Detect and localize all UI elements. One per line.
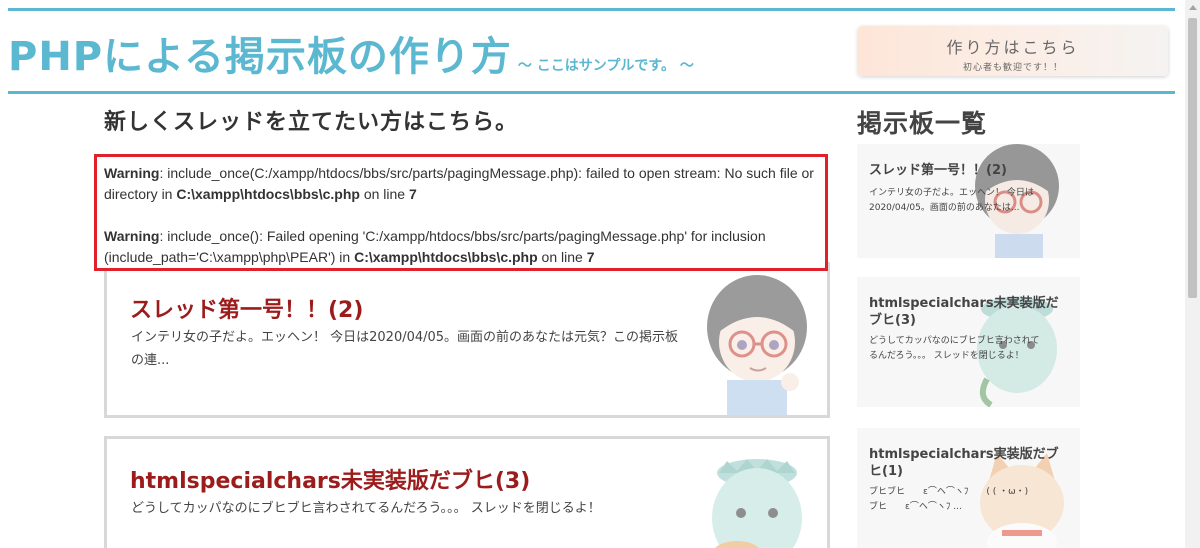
sidebar-title: 掲示板一覧	[857, 109, 988, 138]
new-thread-heading: 新しくスレッドを立てたい方はこちら。	[104, 104, 518, 136]
php-warning-box: Warning: include_once(C:/xampp/htdocs/bb…	[94, 154, 828, 271]
sidebar-thread-title[interactable]: htmlspecialchars未実装版だブヒ(3)	[869, 295, 1069, 329]
warning-label: Warning	[104, 228, 160, 244]
header-top-rule	[8, 8, 1175, 11]
sidebar-thread-title[interactable]: スレッド第一号！！(2)	[869, 162, 1069, 179]
scroll-up-arrow-icon[interactable]	[1189, 5, 1197, 10]
howto-button-label: 作り方はこちら	[946, 38, 1080, 57]
sidebar-thread-card[interactable]: スレッド第一号！！(2) インテリ女の子だよ。エッヘン！ 今日は2020/04/…	[857, 144, 1080, 258]
warning-on-line: on line	[537, 249, 587, 265]
warning-line: 7	[408, 186, 417, 202]
thread-title[interactable]: htmlspecialchars未実装版だブヒ(3)	[130, 463, 530, 495]
thread-card[interactable]: スレッド第一号！！(2) インテリ女の子だよ。エッヘン！ 今日は2020/04/…	[104, 262, 830, 418]
warning-file: C:\xampp\htdocs\bbs\c.php	[176, 186, 360, 202]
page-scrollbar[interactable]	[1185, 0, 1200, 548]
howto-button-sublabel: 初心者も歓迎です！！	[962, 63, 1063, 73]
warning-file: C:\xampp\htdocs\bbs\c.php	[354, 249, 538, 265]
site-title[interactable]: PHPによる掲示板の作り方 ～ ここはサンプルです。 ～	[8, 24, 694, 82]
thread-excerpt: どうしてカッパなのにブヒブヒ言わされてるんだろう。。。 スレッドを閉じるよ！	[131, 501, 601, 516]
header-bottom-rule	[8, 91, 1175, 94]
kappa-avatar	[712, 459, 802, 548]
thread-card[interactable]: htmlspecialchars未実装版だブヒ(3) どうしてカッパなのにブヒブ…	[104, 436, 830, 548]
sidebar-thread-excerpt: ブヒブヒ ε⌒ヘ⌒ヽﾌ ( ( ・ω・) ブヒ ε⌒ヘ⌒ヽﾌ ...	[869, 487, 1038, 512]
sidebar-thread-card[interactable]: htmlspecialchars実装版だブヒ(1) ブヒブヒ ε⌒ヘ⌒ヽﾌ ( …	[857, 428, 1080, 548]
thread-title[interactable]: スレッド第一号！！(2)	[130, 292, 363, 324]
warning-line: 7	[586, 249, 595, 265]
site-subtitle: ～ ここはサンプルです。 ～	[517, 58, 694, 74]
sidebar-thread-title[interactable]: htmlspecialchars実装版だブヒ(1)	[869, 446, 1069, 480]
sidebar-thread-card[interactable]: htmlspecialchars未実装版だブヒ(3) どうしてカッパなのにブヒブ…	[857, 277, 1080, 407]
site-title-text[interactable]: PHPによる掲示板の作り方	[8, 24, 512, 82]
thread-excerpt: インテリ女の子だよ。エッヘン！ 今日は2020/04/05。画面の前のあなたは元…	[131, 330, 679, 368]
warning-on-line: on line	[359, 186, 409, 202]
php-warning-1: Warning: include_once(C:/xampp/htdocs/bb…	[104, 163, 818, 205]
new-thread-link[interactable]: こちら。	[426, 110, 518, 135]
sidebar-thread-excerpt: インテリ女の子だよ。エッヘン！ 今日は2020/04/05。画面の前のあなたは.…	[869, 188, 1034, 213]
warning-label: Warning	[104, 165, 160, 181]
php-warning-2: Warning: include_once(): Failed opening …	[104, 226, 818, 268]
new-thread-heading-text: 新しくスレッドを立てたい方は	[104, 110, 427, 135]
sidebar-thread-excerpt: どうしてカッパなのにブヒブヒ言わされてるんだろう。。。 スレッドを閉じるよ！	[869, 336, 1040, 361]
intelli-girl-avatar	[707, 275, 807, 415]
scrollbar-thumb[interactable]	[1188, 18, 1197, 298]
howto-button[interactable]: 作り方はこちら 初心者も歓迎です！！	[858, 26, 1168, 76]
